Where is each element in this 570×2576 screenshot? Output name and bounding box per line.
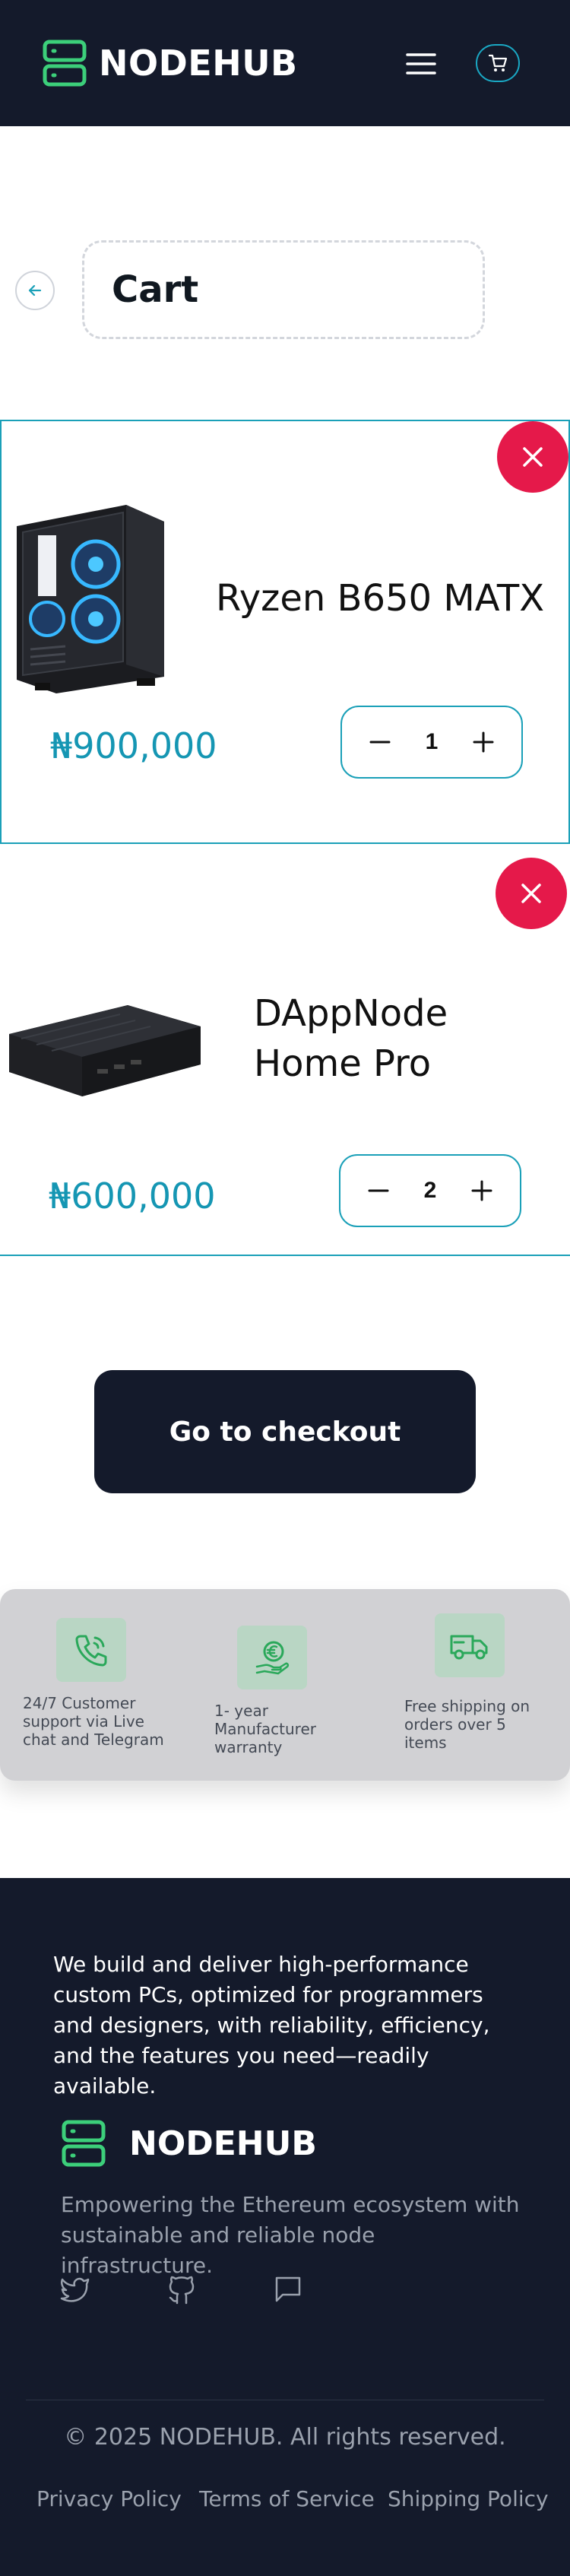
features-strip: 24/7 Customer support via Live chat and … <box>0 1589 570 1781</box>
mini-pc-image <box>9 1005 201 1096</box>
minus-icon <box>368 1189 389 1192</box>
server-logo-icon <box>62 2120 106 2167</box>
item-name-line-1: DAppNode <box>254 992 448 1035</box>
pc-tower-image <box>17 505 164 693</box>
checkout-button[interactable]: Go to checkout <box>94 1370 476 1493</box>
phone-call-icon <box>56 1618 126 1682</box>
plus-icon <box>471 1180 492 1201</box>
github-icon <box>169 2276 195 2305</box>
cart-item: Ryzen B650 MATX ₦900,000 1 <box>0 420 570 844</box>
server-logo-icon <box>43 40 87 87</box>
remove-item-button[interactable] <box>496 858 567 929</box>
page-title-box: Cart <box>82 240 485 339</box>
message-icon <box>275 2276 301 2302</box>
arrow-left-icon <box>28 284 42 297</box>
brand-name: NODEHUB <box>99 43 298 84</box>
github-link[interactable] <box>166 2273 198 2305</box>
hamburger-menu-icon <box>406 53 436 75</box>
decrease-quantity-button[interactable] <box>365 727 395 757</box>
plus-icon <box>473 731 494 753</box>
feature-text: 1- year Manufacturer warranty <box>214 1702 316 1756</box>
terms-of-service-link[interactable]: Terms of Service <box>199 2486 375 2511</box>
feature-line: 24/7 Customer <box>23 1694 136 1712</box>
footer-tagline: Empowering the Ethereum ecosystem with s… <box>61 2192 520 2278</box>
increase-quantity-button[interactable] <box>468 727 499 757</box>
minus-icon <box>369 741 391 744</box>
euro-hand-icon <box>237 1626 307 1689</box>
shipping-policy-link[interactable]: Shipping Policy <box>388 2486 549 2511</box>
site-header: NODEHUB <box>0 0 570 126</box>
footer-brand-logo[interactable]: NODEHUB <box>61 2120 317 2167</box>
feature-line: orders over 5 <box>404 1715 506 1734</box>
cart-button[interactable] <box>476 44 520 82</box>
footer-about-text: We build and deliver high-performance cu… <box>53 1952 490 2099</box>
close-icon <box>523 447 543 467</box>
footer-brand-name: NODEHUB <box>129 2124 317 2163</box>
feature-text: Free shipping on orders over 5 items <box>404 1697 530 1752</box>
remove-item-button[interactable] <box>497 421 568 493</box>
item-price: ₦600,000 <box>49 1175 216 1217</box>
feature-line: support via Live <box>23 1712 144 1731</box>
feature-text: 24/7 Customer support via Live chat and … <box>23 1694 164 1749</box>
close-icon <box>521 884 541 903</box>
feature-line: chat and Telegram <box>23 1731 164 1749</box>
twitter-link[interactable] <box>59 2273 91 2305</box>
quantity-value: 2 <box>423 1178 437 1203</box>
privacy-policy-link[interactable]: Privacy Policy <box>36 2486 182 2511</box>
item-price: ₦900,000 <box>50 725 217 766</box>
page-title: Cart <box>112 268 199 311</box>
message-link[interactable] <box>272 2273 304 2305</box>
shopping-cart-icon <box>488 54 508 71</box>
item-name: Ryzen B650 MATX <box>216 577 545 620</box>
feature-line: 1- year <box>214 1702 268 1720</box>
delivery-truck-icon <box>435 1613 505 1677</box>
feature-line: Free shipping on <box>404 1697 530 1715</box>
copyright-text: © 2025 NODEHUB. All rights reserved. <box>64 2424 506 2451</box>
quantity-stepper: 1 <box>340 706 523 779</box>
decrease-quantity-button[interactable] <box>363 1175 394 1206</box>
site-footer: We build and deliver high-performance cu… <box>0 1878 570 2576</box>
menu-button[interactable] <box>404 49 438 79</box>
feature-line: warranty <box>214 1738 283 1756</box>
feature-line: items <box>404 1734 447 1752</box>
back-button[interactable] <box>15 271 55 310</box>
twitter-icon <box>60 2277 90 2302</box>
quantity-stepper: 2 <box>339 1154 521 1227</box>
item-name-line-2: Home Pro <box>254 1042 432 1085</box>
feature-line: Manufacturer <box>214 1720 316 1738</box>
brand-logo[interactable]: NODEHUB <box>43 40 298 87</box>
increase-quantity-button[interactable] <box>467 1175 497 1206</box>
quantity-value: 1 <box>425 729 439 754</box>
